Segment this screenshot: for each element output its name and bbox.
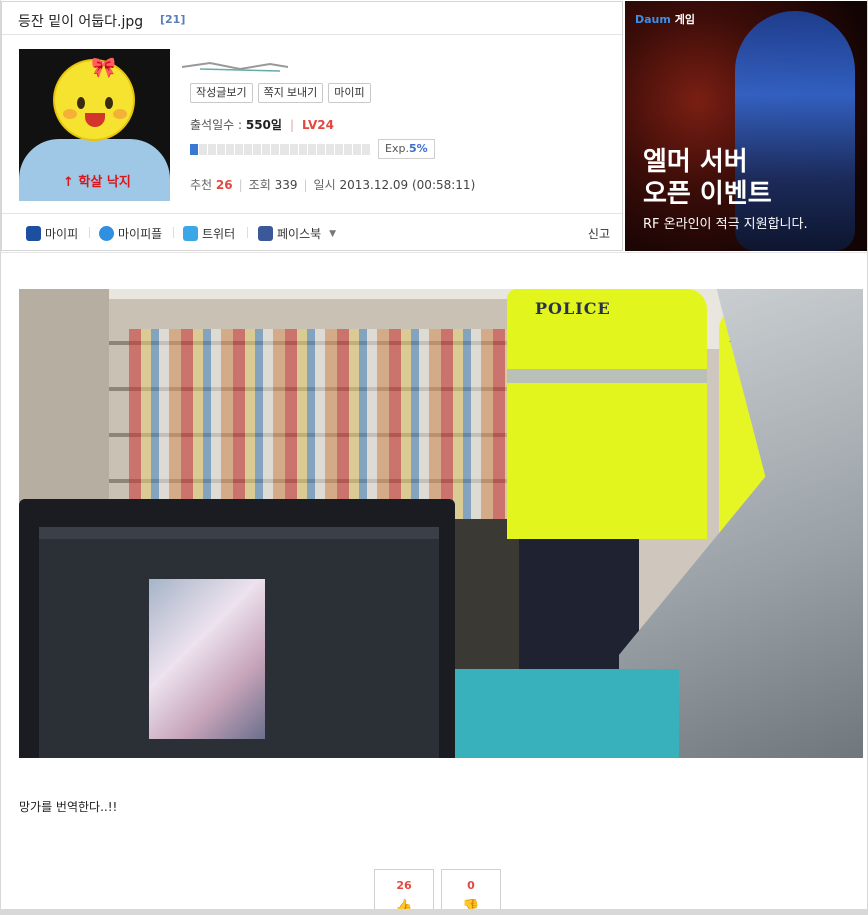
view-posts-button[interactable]: 작성글보기 <box>190 83 253 103</box>
twitter-icon <box>183 226 198 241</box>
avatar-cheek-left <box>63 109 77 119</box>
share-facebook-label: 페이스북 <box>277 227 322 241</box>
ad-banner[interactable]: Daum 게임 엘머 서버 오픈 이벤트 RF 온라인이 적극 지원합니다. <box>625 1 867 251</box>
share-facebook[interactable]: 페이스북 ▼ <box>258 225 336 242</box>
comment-count[interactable]: [21] <box>160 13 185 26</box>
exp-progress-bar <box>190 144 370 155</box>
police-text: POLICE <box>535 299 611 318</box>
photo-shelf-left <box>19 289 109 519</box>
photo-app-toolbar <box>39 527 439 539</box>
recommend-value: 26 <box>215 178 233 192</box>
exp-segment <box>280 144 289 155</box>
exp-segment <box>199 144 208 155</box>
facebook-icon <box>258 226 273 241</box>
separator <box>247 227 248 238</box>
exp-segment <box>343 144 352 155</box>
horizontal-scrollbar[interactable] <box>0 909 868 915</box>
exp-segment <box>262 144 271 155</box>
chevron-down-icon: ▼ <box>329 228 337 239</box>
photo-counter <box>449 669 679 758</box>
exp-segment <box>352 144 361 155</box>
photo-laptop <box>19 499 455 758</box>
avatar-cheek-right <box>113 109 127 119</box>
post-photo[interactable]: POLICE P <box>19 289 863 758</box>
avatar-mouth <box>85 113 105 127</box>
mypeople-icon <box>99 226 114 241</box>
share-bar: 마이피 마이피플 트위터 페이스북 ▼ 신고 <box>2 213 622 250</box>
share-mypi[interactable]: 마이피 <box>26 225 78 242</box>
photo-police-officer: POLICE <box>507 289 707 539</box>
separator: | <box>238 178 243 192</box>
bow-icon: 🎀 <box>91 55 116 79</box>
photo-manga-artwork <box>149 579 265 739</box>
post-title: 등잔 밑이 어둡다.jpg <box>18 14 144 30</box>
avatar-eye-left <box>77 97 85 109</box>
ad-headline-2: 오픈 이벤트 <box>643 179 772 209</box>
exp-segment <box>361 144 370 155</box>
exp-segment <box>271 144 280 155</box>
exp-segment <box>253 144 262 155</box>
avatar-caption: ↑ 학살 낙지 <box>63 175 131 190</box>
attendance-value: 550일 <box>245 118 282 132</box>
post-body-text: 망가를 번역한다..!! <box>19 800 118 814</box>
post-header: 등잔 밑이 어둡다.jpg [21] 🎀 ↑ 학살 낙지 작성글보기 쪽지 보내… <box>1 1 623 251</box>
ad-brand-suffix: 게임 <box>674 13 695 26</box>
exp-label: Exp. <box>385 142 409 155</box>
separator <box>173 227 174 238</box>
attendance-info: 출석일수 : 550일 | LV24 <box>190 116 334 133</box>
send-message-button[interactable]: 쪽지 보내기 <box>257 83 324 103</box>
avatar-shirt <box>19 139 170 201</box>
upvote-count: 26 <box>396 879 412 892</box>
date-value: 2013.12.09 (00:58:11) <box>339 178 476 192</box>
report-link[interactable]: 신고 <box>588 225 610 242</box>
profile-buttons: 작성글보기 쪽지 보내기 마이피 <box>190 83 371 103</box>
exp-segment <box>190 144 199 155</box>
downvote-count: 0 <box>467 879 475 892</box>
views-label: 조회 <box>248 178 271 192</box>
attendance-label: 출석일수 : <box>190 118 246 132</box>
views-value: 339 <box>274 178 298 192</box>
share-mypi-label: 마이피 <box>45 227 79 241</box>
exp-segment <box>217 144 226 155</box>
exp-segment <box>208 144 217 155</box>
photo-reflective-stripe <box>507 369 707 383</box>
title-bar: 등잔 밑이 어둡다.jpg [21] <box>2 2 622 35</box>
exp-segment <box>316 144 325 155</box>
share-twitter[interactable]: 트위터 <box>183 225 235 242</box>
exp-segment <box>289 144 298 155</box>
date-label: 일시 <box>313 178 336 192</box>
recommend-label: 추천 <box>190 178 213 192</box>
share-mypeople-label: 마이피플 <box>118 227 163 241</box>
separator: | <box>289 118 294 132</box>
post-stats: 추천 26 | 조회 339 | 일시 2013.12.09 (00:58:11) <box>190 176 475 193</box>
avatar[interactable]: 🎀 ↑ 학살 낙지 <box>19 49 170 201</box>
ad-logo: Daum 게임 <box>635 11 695 27</box>
exp-segment <box>235 144 244 155</box>
exp-segment <box>244 144 253 155</box>
nickname-image[interactable] <box>180 57 290 75</box>
mypi-icon <box>26 226 41 241</box>
mypi-button[interactable]: 마이피 <box>328 83 371 103</box>
exp-segment <box>226 144 235 155</box>
ad-brand: Daum <box>635 13 671 26</box>
separator: | <box>303 178 308 192</box>
exp-value: 5% <box>408 142 428 155</box>
exp-segment <box>298 144 307 155</box>
share-mypeople[interactable]: 마이피플 <box>99 225 162 242</box>
avatar-eye-right <box>105 97 113 109</box>
content-divider <box>1 252 867 253</box>
level-badge: LV24 <box>301 118 334 132</box>
exp-segment <box>334 144 343 155</box>
ad-subline: RF 온라인이 적극 지원합니다. <box>643 217 808 232</box>
share-twitter-label: 트위터 <box>202 227 236 241</box>
exp-segment <box>325 144 334 155</box>
exp-tag: Exp.5% <box>378 139 435 159</box>
separator <box>89 227 90 238</box>
exp-segment <box>307 144 316 155</box>
